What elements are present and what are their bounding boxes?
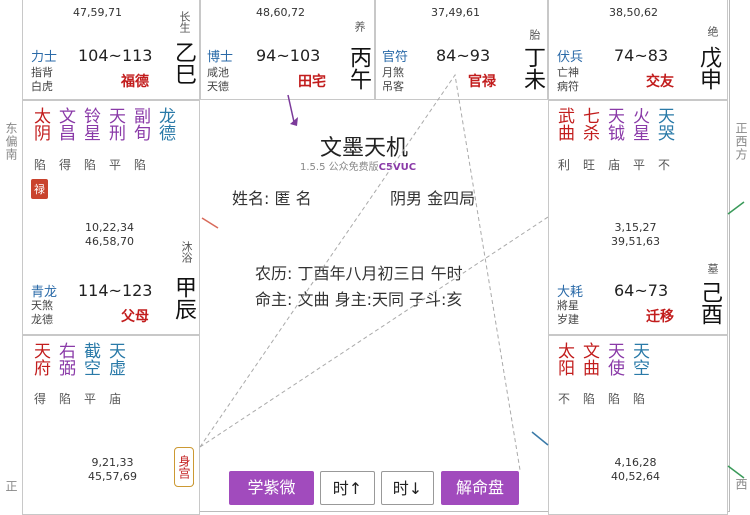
arrow-icon [531,431,549,446]
arrow-icon [727,201,745,215]
arrow-icon [727,465,745,479]
arrow-head-icon [290,117,298,126]
shen-gong-badge: 身宫 [174,447,194,487]
chart-connection-lines [199,73,745,479]
arrow-icon [287,94,295,123]
arrow-icon [201,217,219,229]
